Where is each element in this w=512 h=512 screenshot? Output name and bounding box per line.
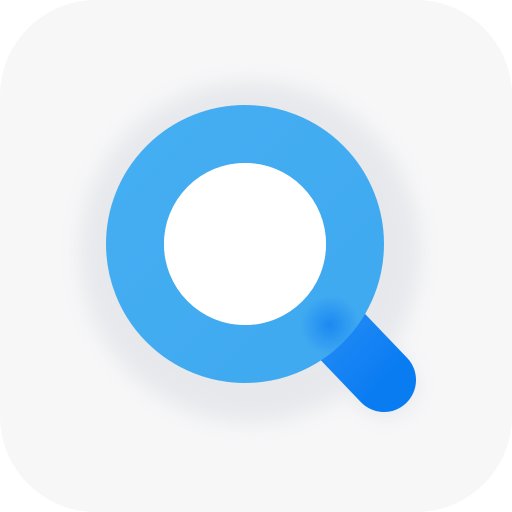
magnifier-lens [164, 163, 326, 325]
lens-handle-joint [300, 295, 360, 355]
app-icon-tile[interactable] [0, 0, 512, 512]
magnifying-glass-icon [80, 82, 420, 422]
icon-canvas [0, 0, 512, 512]
